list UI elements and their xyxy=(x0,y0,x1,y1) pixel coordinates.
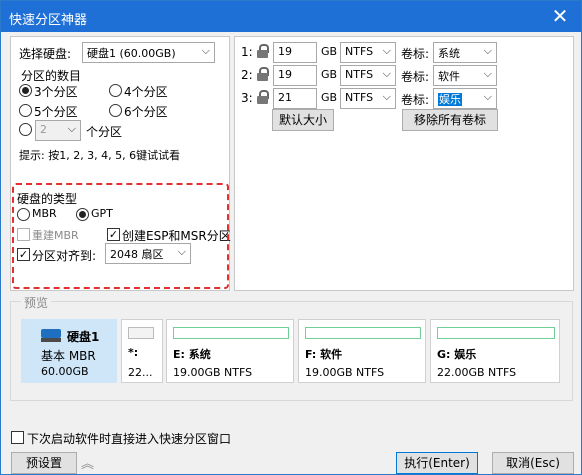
partition-card-esp[interactable]: *: 22... xyxy=(121,319,163,383)
radio-custom-partitions[interactable] xyxy=(19,123,32,136)
volume-label-select[interactable]: 软件 ⌵ xyxy=(433,65,497,86)
disk-size: 60.00GB xyxy=(41,365,89,378)
volume-label-select[interactable]: 娱乐 ⌵ xyxy=(433,88,497,109)
usage-bar xyxy=(305,327,421,339)
volume-label-caption: 卷标: xyxy=(401,93,430,107)
radio-4-partitions[interactable] xyxy=(109,84,122,97)
radio-3-partitions[interactable] xyxy=(19,84,32,97)
filesystem-select[interactable]: NTFS ⌵ xyxy=(340,65,396,86)
expand-icon[interactable]: ︽ xyxy=(81,453,94,472)
radio-6-partitions[interactable] xyxy=(109,104,122,117)
partition-card-e[interactable]: E: 系统 19.00GB NTFS xyxy=(166,319,294,383)
disk-card[interactable]: 硬盘1 基本 MBR 60.00GB xyxy=(21,319,117,383)
size-unit: GB xyxy=(321,91,338,104)
filesystem-value: NTFS xyxy=(345,91,374,104)
hint-text: 提示: 按1, 2, 3, 4, 5, 6键试试看 xyxy=(19,149,181,162)
disk-name: 硬盘1 xyxy=(67,330,100,344)
lock-icon[interactable] xyxy=(257,44,269,58)
disk-select[interactable]: 硬盘1 (60.00GB) ⌵ xyxy=(82,42,215,63)
usage-bar xyxy=(128,327,154,339)
radio-5-partitions-label: 5个分区 xyxy=(34,105,78,119)
title-bar[interactable]: 快速分区神器 ✕ xyxy=(1,1,581,32)
partition-count-label: 分区的数目 xyxy=(21,69,82,83)
custom-count-value: 2 xyxy=(40,123,47,136)
partition-index: 2: xyxy=(241,68,253,82)
partition-index: 3: xyxy=(241,91,253,105)
usage-bar xyxy=(173,327,289,339)
partition-size-input[interactable]: 21 xyxy=(273,88,317,109)
partition-size: 19.00GB NTFS xyxy=(173,366,253,379)
startup-checkbox[interactable] xyxy=(11,431,24,444)
radio-5-partitions[interactable] xyxy=(19,104,32,117)
partition-size-input[interactable]: 19 xyxy=(273,65,317,86)
hard-disk-icon xyxy=(41,329,61,343)
chevron-down-icon: ⌵ xyxy=(483,90,492,103)
volume-label-value: 系统 xyxy=(438,47,460,60)
default-size-button[interactable]: 默认大小 xyxy=(272,109,334,131)
filesystem-value: NTFS xyxy=(345,45,374,58)
window-title: 快速分区神器 xyxy=(9,13,88,28)
chevron-down-icon: ⌵ xyxy=(483,67,492,80)
disk-select-value: 硬盘1 (60.00GB) xyxy=(87,47,176,60)
partition-size-value: 19 xyxy=(278,45,292,58)
radio-6-partitions-label: 6个分区 xyxy=(124,105,168,119)
dialog-window: 快速分区神器 ✕ 选择硬盘: 硬盘1 (60.00GB) ⌵ 分区的数目 3个分… xyxy=(0,0,582,475)
partition-size-input[interactable]: 19 xyxy=(273,42,317,63)
chevron-down-icon: ⌵ xyxy=(382,67,391,80)
partition-card-f[interactable]: F: 软件 19.00GB NTFS xyxy=(298,319,426,383)
radio-3-partitions-label: 3个分区 xyxy=(34,85,78,99)
partition-size-value: 21 xyxy=(278,91,292,104)
filesystem-value: NTFS xyxy=(345,68,374,81)
volume-label-value: 娱乐 xyxy=(438,93,462,106)
chevron-down-icon: ⌵ xyxy=(382,44,391,57)
lock-icon[interactable] xyxy=(257,67,269,81)
disk-type: 基本 MBR xyxy=(41,349,96,363)
volume-label-caption: 卷标: xyxy=(401,47,430,61)
partition-name: E: 系统 xyxy=(173,348,211,361)
preset-button[interactable]: 预设置 xyxy=(11,452,77,474)
size-unit: GB xyxy=(321,68,338,81)
partition-index: 1: xyxy=(241,45,253,59)
highlight-annotation xyxy=(12,183,229,289)
usage-bar xyxy=(437,327,555,339)
disk-select-label: 选择硬盘: xyxy=(19,47,72,61)
filesystem-select[interactable]: NTFS ⌵ xyxy=(340,42,396,63)
close-icon[interactable]: ✕ xyxy=(547,4,573,28)
radio-4-partitions-label: 4个分区 xyxy=(124,85,168,99)
volume-label-caption: 卷标: xyxy=(401,70,430,84)
remove-labels-button[interactable]: 移除所有卷标 xyxy=(402,109,498,131)
size-unit: GB xyxy=(321,45,338,58)
chevron-down-icon: ⌵ xyxy=(201,44,210,57)
partition-card-g[interactable]: G: 娱乐 22.00GB NTFS xyxy=(430,319,560,383)
chevron-down-icon: ⌵ xyxy=(483,44,492,57)
partition-size: 22.00GB NTFS xyxy=(437,366,517,379)
lock-icon[interactable] xyxy=(257,90,269,104)
volume-label-select[interactable]: 系统 ⌵ xyxy=(433,42,497,63)
filesystem-select[interactable]: NTFS ⌵ xyxy=(340,88,396,109)
chevron-down-icon: ⌵ xyxy=(382,90,391,103)
custom-count-suffix: 个分区 xyxy=(86,125,123,139)
partition-size: 22... xyxy=(128,366,153,379)
volume-label-value: 软件 xyxy=(438,70,460,83)
preview-label: 预览 xyxy=(21,294,52,311)
execute-button[interactable]: 执行(Enter) xyxy=(396,452,478,474)
partition-name: F: 软件 xyxy=(305,348,343,361)
partition-name: G: 娱乐 xyxy=(437,348,477,361)
custom-count-select[interactable]: 2 ⌵ xyxy=(35,120,81,141)
cancel-button[interactable]: 取消(Esc) xyxy=(492,452,574,474)
partition-name: *: xyxy=(128,346,139,359)
partition-size: 19.00GB NTFS xyxy=(305,366,385,379)
startup-check-label: 下次启动软件时直接进入快速分区窗口 xyxy=(27,432,232,446)
chevron-down-icon: ⌵ xyxy=(67,122,76,135)
partition-size-value: 19 xyxy=(278,68,292,81)
